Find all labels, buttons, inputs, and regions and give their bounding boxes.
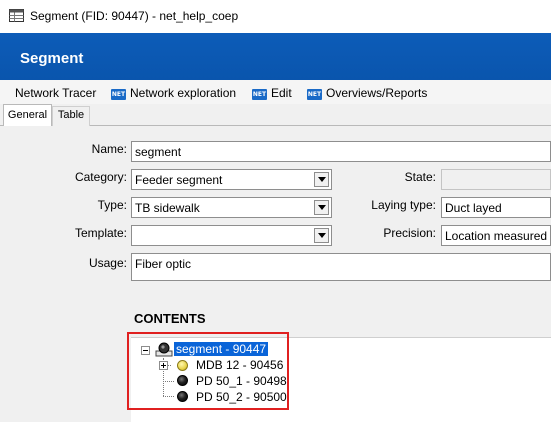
page-title: Segment xyxy=(20,50,84,67)
type-select[interactable]: TB sidewalk xyxy=(131,197,332,218)
highlight-annotation xyxy=(127,332,289,410)
app-window-icon xyxy=(9,9,24,22)
menu-network-tracer[interactable]: Network Tracer xyxy=(15,86,96,100)
net-badge-icon: NET xyxy=(252,89,267,100)
menu-overviews-reports[interactable]: NET Overviews/Reports xyxy=(307,86,427,100)
type-label: Type: xyxy=(97,198,127,212)
menu-edit[interactable]: NET Edit xyxy=(252,86,292,100)
laying-type-field[interactable]: Duct layed xyxy=(441,197,551,218)
menu-bar: Network Tracer NET Network exploration NE… xyxy=(0,80,551,104)
precision-label: Precision: xyxy=(383,226,436,240)
laying-type-label: Laying type: xyxy=(371,198,436,212)
category-label: Category: xyxy=(74,170,127,184)
window-title: Segment (FID: 90447) - net_help_coep xyxy=(30,9,239,23)
usage-field[interactable]: Fiber optic xyxy=(131,253,551,281)
precision-field[interactable]: Location measured xyxy=(441,225,551,246)
net-badge-icon: NET xyxy=(307,89,322,100)
template-label: Template: xyxy=(74,226,127,240)
net-badge-icon: NET xyxy=(111,89,126,100)
tab-strip: General Table xyxy=(0,104,551,127)
category-value: Feeder segment xyxy=(135,173,223,187)
state-field xyxy=(441,169,551,190)
menu-network-exploration[interactable]: NET Network exploration xyxy=(111,86,236,100)
template-select[interactable] xyxy=(131,225,332,246)
state-label: State: xyxy=(404,170,436,184)
tab-general[interactable]: General xyxy=(3,104,52,127)
usage-label: Usage: xyxy=(88,256,127,270)
name-field[interactable]: segment xyxy=(131,141,551,162)
type-value: TB sidewalk xyxy=(135,201,200,215)
category-select[interactable]: Feeder segment xyxy=(131,169,332,190)
chevron-down-icon[interactable] xyxy=(314,228,329,243)
chevron-down-icon[interactable] xyxy=(314,200,329,215)
menu-label: Network Tracer xyxy=(15,86,97,100)
menu-label: Overviews/Reports xyxy=(326,86,428,100)
menu-label: Edit xyxy=(271,86,292,100)
chevron-down-icon[interactable] xyxy=(314,172,329,187)
menu-label: Network exploration xyxy=(130,86,237,100)
contents-title: CONTENTS xyxy=(134,311,206,326)
name-label: Name: xyxy=(91,142,127,156)
tab-table[interactable]: Table xyxy=(52,106,90,126)
